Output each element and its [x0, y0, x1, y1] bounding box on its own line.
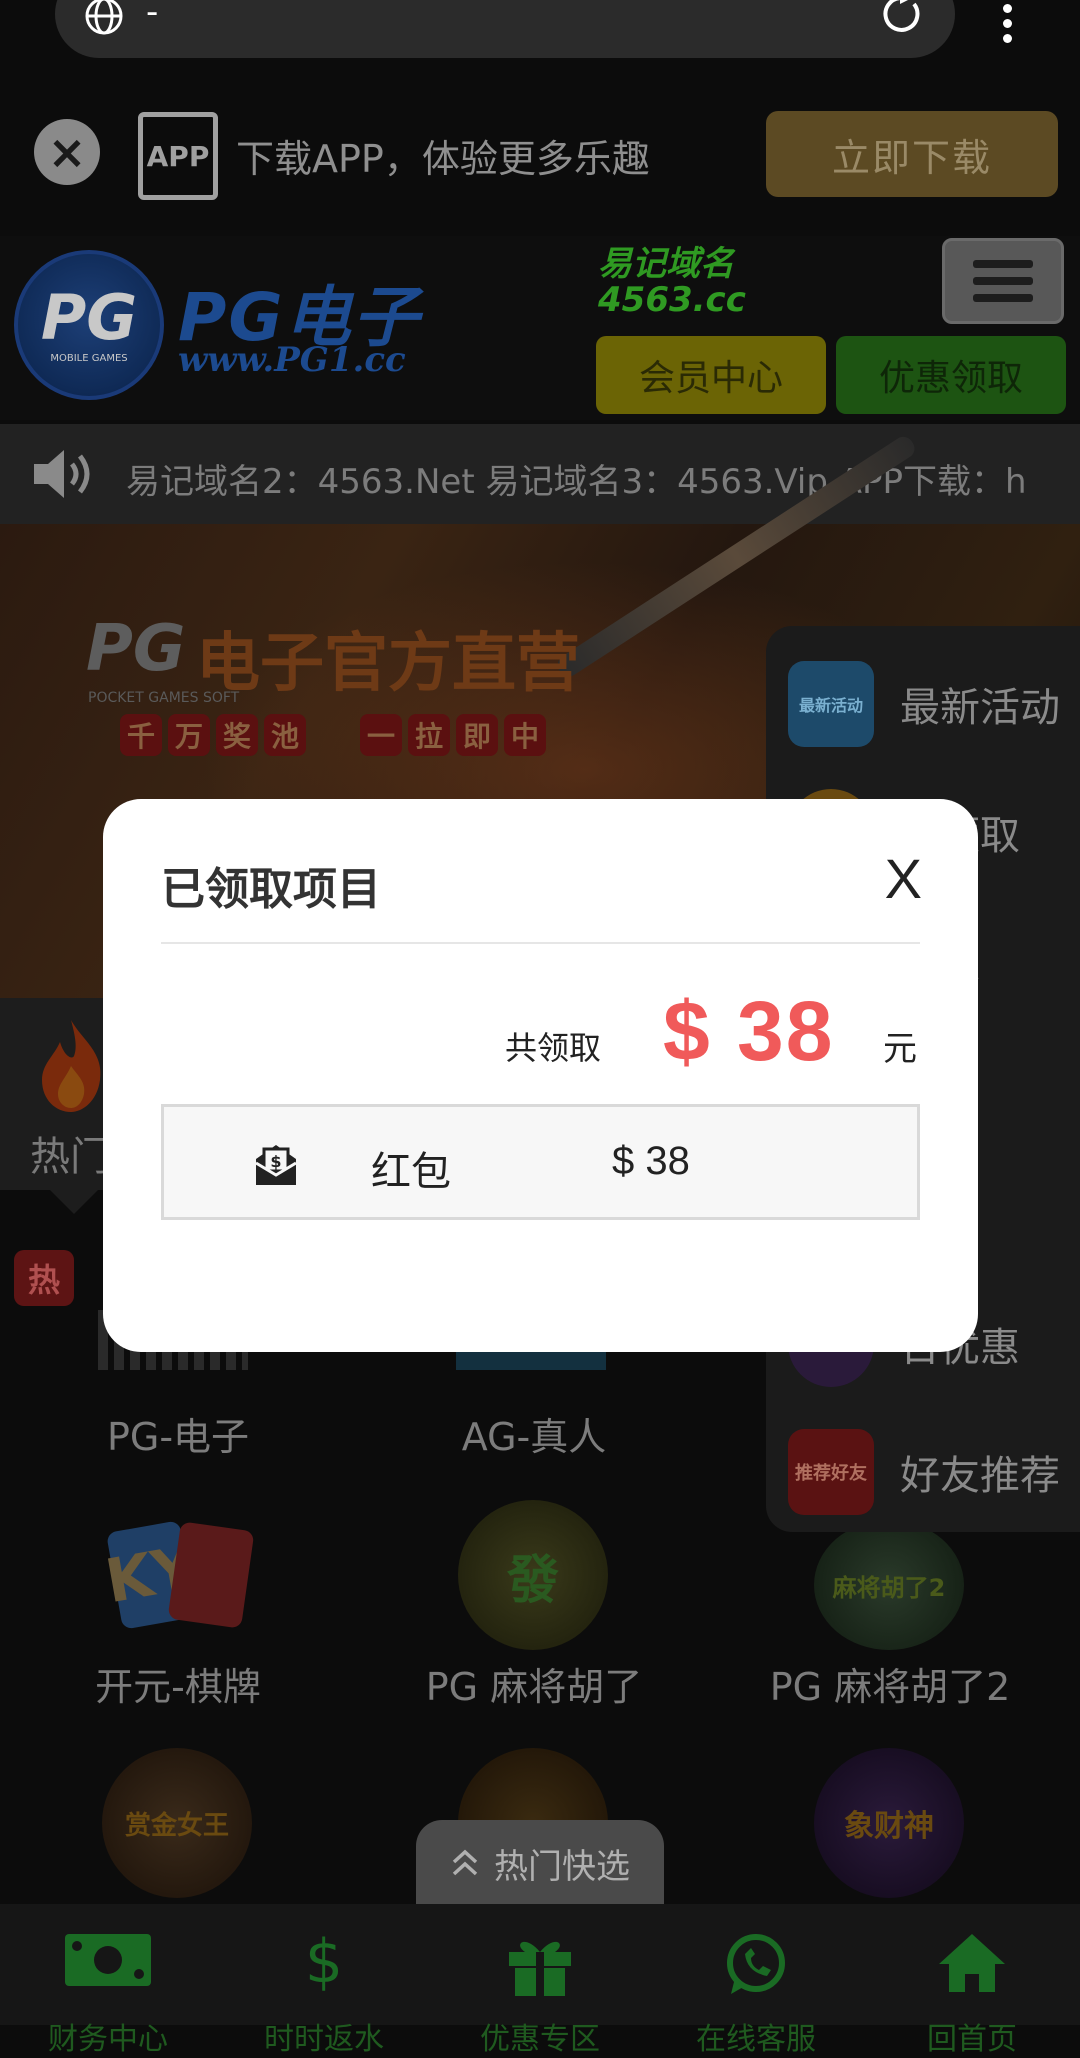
game-icon-mahjong[interactable]: 發 [458, 1500, 608, 1650]
refer-friend-icon: 推荐好友 [788, 1429, 874, 1515]
logo-letters: PG [40, 280, 138, 354]
game-label[interactable]: PG 麻将胡了 [384, 1656, 684, 1711]
member-center-button[interactable]: 会员中心 [596, 336, 826, 414]
claimed-item-amount: $ 38 [612, 1139, 690, 1183]
hamburger-menu-button[interactable] [942, 238, 1064, 324]
gift-icon [432, 1932, 648, 2002]
domain-label: 易记域名 [598, 244, 734, 284]
download-banner-text: 下载APP，体验更多乐趣 [236, 137, 650, 181]
tab-hot-label: 热门 [30, 1134, 110, 1180]
nav-label: 回首页 [927, 2022, 1017, 2057]
hot-quick-pick-button[interactable]: 热门快选 [416, 1820, 664, 1906]
download-now-button[interactable]: 立即下载 [766, 111, 1058, 197]
total-claimed-label: 共领取 [505, 1029, 602, 1067]
game-label[interactable]: 开元-棋牌 [28, 1656, 328, 1711]
speaker-icon [34, 450, 90, 498]
hero-chip: 万 [168, 714, 210, 756]
hero-chip: 中 [504, 714, 546, 756]
promo-claim-button[interactable]: 优惠领取 [836, 336, 1066, 414]
home-icon [864, 1932, 1080, 2002]
app-file-icon: APP [138, 112, 218, 200]
modal-title: 已领取项目 [161, 864, 381, 915]
side-item-latest-events[interactable]: 最新活动 最新活动 [766, 640, 1080, 768]
game-icon-text: 發 [506, 1550, 559, 1611]
more-menu-icon[interactable] [998, 0, 1016, 43]
hero-subtitle: POCKET GAMES SOFT [88, 690, 240, 706]
money-icon [0, 1932, 216, 2002]
hero-chip: 奖 [216, 714, 258, 756]
close-banner-button[interactable]: × [34, 119, 100, 185]
nav-promotions[interactable]: 优惠专区 [432, 1932, 648, 2058]
nav-label: 在线客服 [696, 2022, 816, 2057]
total-claimed-amount: $ 38 [663, 984, 835, 1078]
double-chevron-up-icon [452, 1849, 478, 1876]
logo-caption: MOBILE GAMES [50, 352, 128, 364]
game-icon-text: 赏金女王 [124, 1810, 229, 1841]
hero-chip: 即 [456, 714, 498, 756]
modal-divider [161, 942, 920, 944]
svg-text:$: $ [270, 1152, 281, 1171]
domain-value: 4563.cc [598, 280, 746, 320]
dollar-icon: $ [304, 1927, 344, 1997]
hero-chip: 一 [360, 714, 402, 756]
hero-chip: 池 [264, 714, 306, 756]
red-envelope-icon: $ [255, 1145, 297, 1185]
game-label[interactable]: PG 麻将胡了2 [740, 1656, 1040, 1711]
game-icon-mahjong-2[interactable]: 麻将胡了2 [814, 1520, 964, 1650]
game-icon-text: 象财神 [844, 1809, 934, 1844]
brand-url: www.PG1.cc [178, 340, 406, 380]
claimed-item-type: 红包 [371, 1149, 451, 1195]
game-label[interactable]: PG-电子 [28, 1406, 328, 1461]
nav-rebate[interactable]: $ 时时返水 [216, 1932, 432, 2058]
url-bar[interactable] [55, 0, 955, 58]
currency-unit: 元 [883, 1029, 917, 1069]
nav-label: 财务中心 [48, 2022, 168, 2057]
nav-home[interactable]: 回首页 [864, 1932, 1080, 2058]
tab-pointer [50, 1190, 98, 1214]
nav-label: 优惠专区 [480, 2022, 600, 2057]
modal-close-button[interactable]: X [885, 851, 922, 907]
url-text[interactable]: - [146, 0, 158, 32]
hero-chips: 千 万 奖 池 一 拉 即 中 [120, 714, 546, 756]
reload-icon[interactable] [878, 0, 922, 34]
hero-pg-mark: PG [86, 612, 186, 686]
claimed-item-row: $ 红包 $ 38 [161, 1104, 920, 1220]
claimed-items-modal: 已领取项目 X 共领取 $ 38 元 $ 红包 $ 38 [103, 799, 978, 1352]
nav-finance-center[interactable]: 财务中心 [0, 1932, 216, 2058]
game-label[interactable]: AG-真人 [384, 1406, 684, 1461]
latest-events-icon: 最新活动 [788, 661, 874, 747]
quick-pick-label: 热门快选 [494, 1846, 630, 1887]
hero-title: 电子官方直营 [196, 627, 580, 701]
hero-chip: 拉 [408, 714, 450, 756]
pg-logo[interactable]: PG MOBILE GAMES [14, 250, 164, 400]
globe-icon [85, 0, 123, 35]
hero-chip: 千 [120, 714, 162, 756]
game-icon-ganesha[interactable]: 象财神 [814, 1748, 964, 1898]
side-item-refer-friend[interactable]: 推荐好友 好友推荐 [766, 1408, 1080, 1536]
announcement-text: 易记域名2：4563.Net 易记域名3：4563.Vip APP下载：h [126, 462, 1027, 502]
hot-badge: 热 [14, 1250, 74, 1306]
nav-label: 时时返水 [264, 2022, 384, 2057]
fire-icon [42, 1020, 101, 1112]
game-icon-bounty-queen[interactable]: 赏金女王 [102, 1748, 252, 1898]
game-icon-kaiyuan[interactable]: KY [101, 1520, 255, 1630]
nav-online-support[interactable]: 在线客服 [648, 1932, 864, 2058]
side-item-label: 最新活动 [900, 685, 1060, 731]
whatsapp-icon [648, 1932, 864, 2002]
game-icon-text: 麻将胡了2 [832, 1573, 946, 1602]
side-item-label: 好友推荐 [900, 1453, 1060, 1499]
